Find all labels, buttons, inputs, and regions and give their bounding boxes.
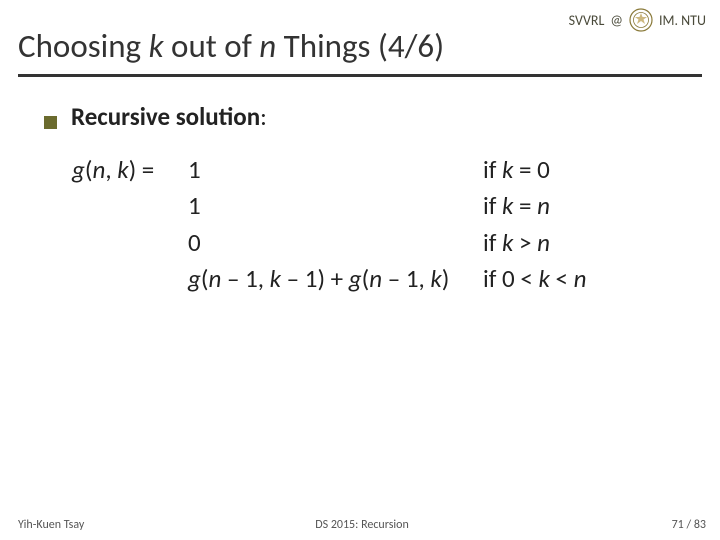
cond-lt: < xyxy=(550,263,574,294)
title-text-pre: Choosing xyxy=(18,26,149,66)
math-block: g(n, k) = 1 if k = 0 1 if k = n 0 if k > xyxy=(44,152,690,297)
title-text-post: Things (4/6) xyxy=(276,26,444,66)
var-n: n xyxy=(92,154,105,185)
expr-4: g(n – 1, k – 1) + g(n – 1, k) xyxy=(188,261,483,297)
bullet-item: Recursive solution: xyxy=(44,101,690,132)
var-k: k xyxy=(270,263,281,294)
subheading: Recursive solution: xyxy=(71,101,267,132)
cond-if: if 0 < xyxy=(483,263,538,294)
cond-k: k xyxy=(502,154,513,185)
slide-body: Recursive solution: g(n, k) = 1 if k = 0… xyxy=(0,77,720,297)
subheading-bold: Recursive solution xyxy=(71,101,260,132)
svvrl-label: SVVRL xyxy=(569,12,605,29)
title-underline xyxy=(18,74,702,77)
cond-rest: = 0 xyxy=(513,154,549,185)
at-symbol: @ xyxy=(610,12,623,29)
header-right-group: SVVRL @ IM. NTU xyxy=(569,8,706,32)
title-text-mid: out of xyxy=(164,26,260,66)
cond-k: k xyxy=(538,263,549,294)
expr-1: 1 xyxy=(188,152,483,188)
institute-label: IM. NTU xyxy=(659,12,706,29)
math-lhs-empty xyxy=(72,188,188,224)
fn-g: g xyxy=(72,154,85,185)
eq-close: ) = xyxy=(129,154,155,185)
cond-2: if k = n xyxy=(483,188,690,224)
slide-footer: Yih-Kuen Tsay DS 2015: Recursion 71 / 83 xyxy=(0,518,720,532)
subheading-colon: : xyxy=(260,101,267,132)
cond-if: if xyxy=(483,190,502,221)
var-k: k xyxy=(430,263,441,294)
cond-n: n xyxy=(574,263,587,294)
slide-header: SVVRL @ IM. NTU Choosing k out of n Thin… xyxy=(0,0,720,77)
fn-g: g xyxy=(188,263,201,294)
var-n: n xyxy=(369,263,382,294)
square-bullet-icon xyxy=(44,116,57,129)
math-row-4: g(n – 1, k – 1) + g(n – 1, k) if 0 < k <… xyxy=(72,261,690,297)
math-lhs-empty xyxy=(72,225,188,261)
fn-g: g xyxy=(349,263,362,294)
math-row-3: 0 if k > n xyxy=(72,225,690,261)
cond-eq: = xyxy=(513,190,537,221)
expr-2: 1 xyxy=(188,188,483,224)
math-row-1: g(n, k) = 1 if k = 0 xyxy=(72,152,690,188)
cond-gt: > xyxy=(513,227,537,258)
footer-page-number: 71 / 83 xyxy=(477,518,706,532)
minus2: – 1, xyxy=(382,263,430,294)
cond-4: if 0 < k < n xyxy=(483,261,690,297)
footer-course: DS 2015: Recursion xyxy=(247,518,476,532)
math-lhs: g(n, k) = xyxy=(72,152,188,188)
var-n: n xyxy=(208,263,221,294)
minus1: – 1, xyxy=(221,263,269,294)
cond-if: if xyxy=(483,154,502,185)
cond-n: n xyxy=(537,227,550,258)
var-k: k xyxy=(117,154,128,185)
math-lhs-empty xyxy=(72,261,188,297)
expr-3: 0 xyxy=(188,225,483,261)
title-var-k: k xyxy=(149,26,164,66)
math-row-2: 1 if k = n xyxy=(72,188,690,224)
footer-author: Yih-Kuen Tsay xyxy=(18,518,247,532)
title-var-n: n xyxy=(259,26,276,66)
slide: SVVRL @ IM. NTU Choosing k out of n Thin… xyxy=(0,0,720,540)
cond-if: if xyxy=(483,227,502,258)
comma: , xyxy=(105,154,117,185)
cond-3: if k > n xyxy=(483,225,690,261)
cond-1: if k = 0 xyxy=(483,152,690,188)
ntu-logo-icon xyxy=(629,8,653,32)
paren-close: ) xyxy=(442,263,450,294)
cond-k: k xyxy=(502,227,513,258)
cond-k: k xyxy=(502,190,513,221)
cond-n: n xyxy=(537,190,550,221)
minus1b: – 1) + xyxy=(281,263,349,294)
